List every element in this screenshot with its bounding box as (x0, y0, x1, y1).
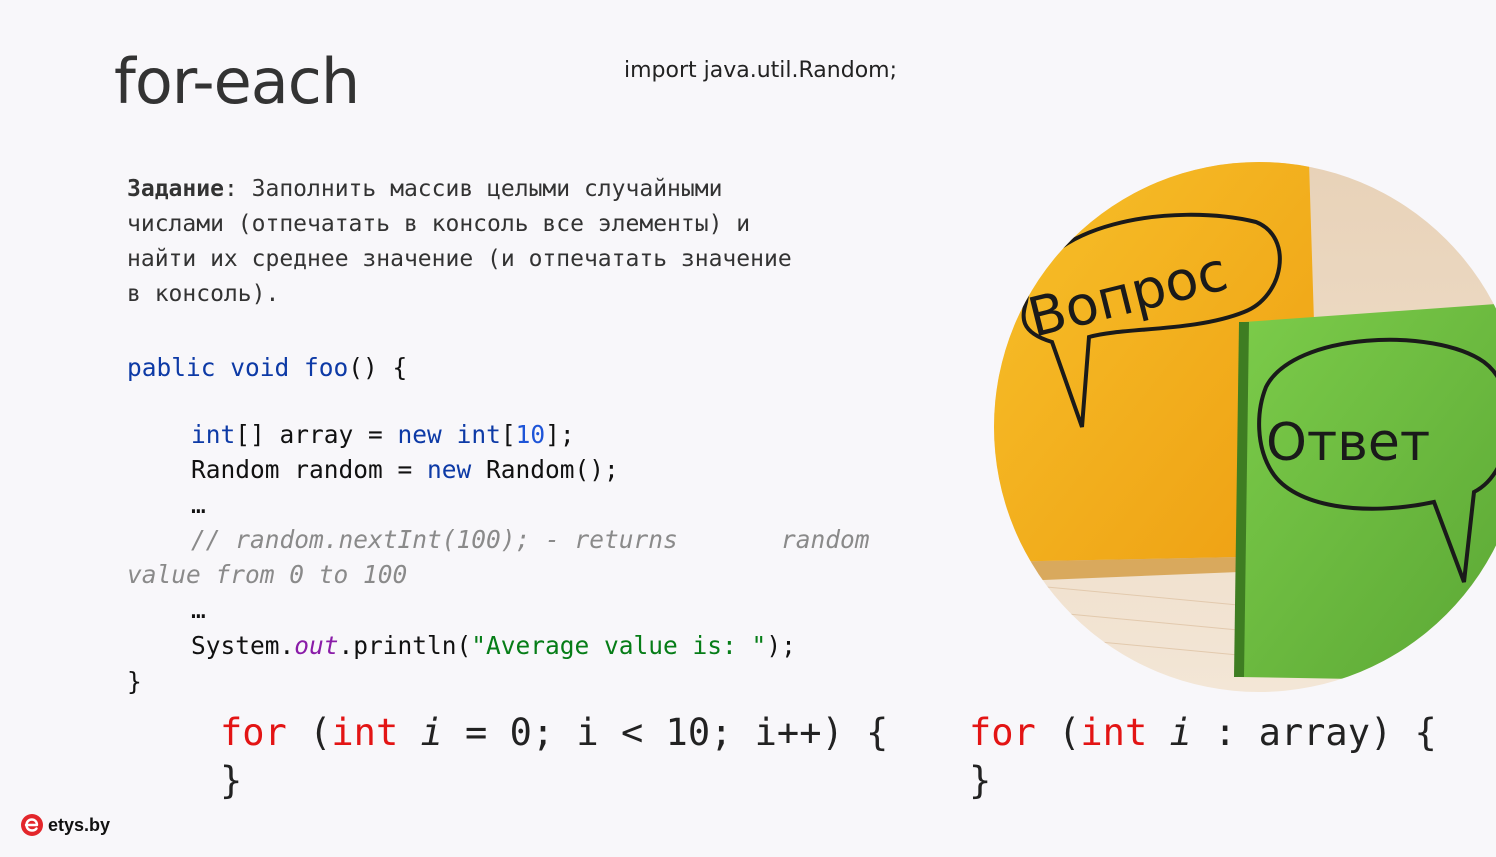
logo-text: etys.by (48, 814, 111, 835)
code-print-end: ); (766, 631, 796, 660)
each-closing-brace: } (969, 759, 992, 802)
each-for-keyword: for (969, 711, 1036, 754)
code-closing-brace: } (127, 667, 142, 696)
each-loop-var: i (1147, 711, 1192, 754)
code-random-pre: Random random = (191, 455, 428, 484)
each-open-paren: ( (1035, 711, 1081, 754)
task-line-2: числами (отпечатать в консоль все элемен… (127, 211, 751, 237)
code-new-keyword: new (397, 420, 442, 449)
code-array-decl: int[] array = new int[10]; (191, 417, 575, 452)
classic-open-paren: ( (286, 711, 332, 754)
code-print-mid: .println( (338, 631, 472, 660)
task-line-3: найти их среднее значение (и отпечатать … (127, 246, 792, 272)
green-note (1239, 304, 1496, 682)
brand-logo: etys.by (20, 812, 110, 838)
each-loop-rest: : array) { (1191, 711, 1437, 754)
code-new-keyword-2: new (427, 455, 472, 484)
code-type-int-2: int (456, 420, 501, 449)
code-sig-name: foo (289, 353, 349, 382)
task-label: Задание (127, 176, 224, 202)
code-array-size: 10 (515, 420, 546, 449)
code-print-field: out (294, 631, 339, 660)
code-random-decl: Random random = new Random(); (191, 452, 619, 487)
classic-for-loop: for (int i = 0; i < 10; i++) { } (220, 709, 888, 805)
task-line-1: : Заполнить массив целыми случайными (223, 176, 723, 202)
code-comment-line-1: // random.nextInt(100); - returns random (191, 525, 870, 554)
code-type-int: int (191, 420, 236, 449)
code-println: System.out.println("Average value is: ")… (191, 628, 796, 663)
classic-for-keyword: for (220, 711, 287, 754)
classic-int-keyword: int (331, 711, 399, 754)
import-line: import java.util.Random; (624, 58, 898, 83)
task-description: Задание: Заполнить массив целыми случайн… (127, 172, 927, 312)
for-each-loop: for (int i : array) { } (969, 709, 1437, 805)
answer-note-text: Ответ (1266, 413, 1430, 473)
code-sig-rest: () { (348, 353, 408, 382)
code-bracket-open: [ (500, 420, 516, 449)
classic-loop-var: i (398, 711, 443, 754)
code-print-pre: System. (191, 631, 295, 660)
code-comment-line-2: value from 0 to 100 (127, 560, 408, 589)
code-print-string: "Average value is: " (471, 631, 767, 660)
code-ellipsis-1: … (191, 490, 206, 519)
code-random-post: Random(); (471, 455, 619, 484)
sticky-notes-illustration: Вопрос Ответ (994, 162, 1496, 692)
code-signature: pablic void foo() { (127, 350, 407, 385)
classic-loop-rest: = 0; i < 10; i++) { (442, 711, 889, 754)
code-bracket-close: ]; (545, 420, 575, 449)
each-int-keyword: int (1080, 711, 1148, 754)
slide-title: for-each (114, 45, 360, 118)
code-ellipsis-2: … (191, 595, 206, 624)
logo-mark-icon (21, 814, 43, 836)
task-line-4: в консоль). (127, 281, 280, 307)
classic-closing-brace: } (220, 759, 243, 802)
question-answer-image: Вопрос Ответ (994, 162, 1496, 692)
code-array-mid: [] array = (235, 420, 398, 449)
code-sig-keywords: pablic void (127, 353, 290, 382)
